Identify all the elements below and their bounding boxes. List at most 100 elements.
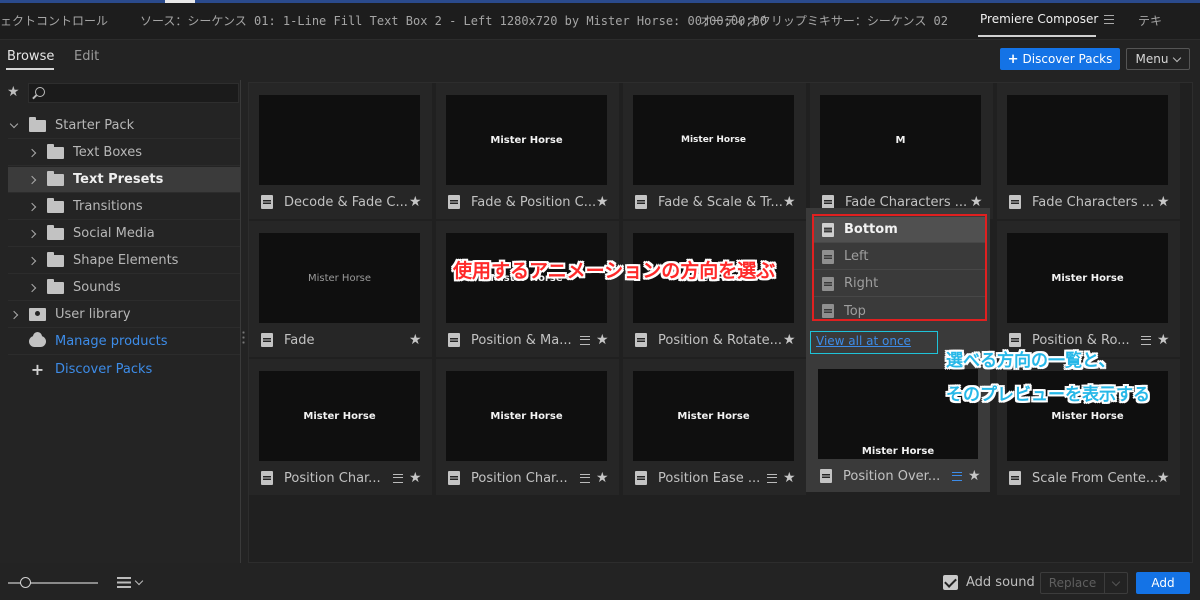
tab-browse[interactable]: Browse [7, 49, 54, 64]
chevron-down-icon[interactable] [8, 119, 20, 128]
sidebar-item-transitions[interactable]: Transitions [8, 194, 240, 220]
preset-thumbnail[interactable]: Mister Horse [446, 95, 607, 185]
panel-resize-handle[interactable] [242, 330, 245, 346]
preset-file-icon [448, 333, 460, 347]
sidebar-item-text-boxes[interactable]: Text Boxes [8, 140, 240, 166]
chevron-right-icon[interactable] [26, 148, 38, 157]
favorite-star-icon[interactable]: ★ [409, 470, 423, 486]
preset-card-footer: Scale From Cente... ★ [1009, 469, 1171, 487]
favorites-filter-star-icon[interactable]: ★ [7, 85, 20, 99]
preset-card-footer: Fade ★ [261, 331, 423, 349]
variations-menu-icon[interactable] [952, 471, 962, 481]
panel-menu-icon[interactable] [1104, 15, 1114, 24]
sidebar-item-label: Social Media [73, 226, 155, 241]
favorite-star-icon[interactable]: ★ [596, 470, 610, 486]
preset-thumbnail[interactable]: Mister Horse [1007, 233, 1168, 323]
replace-label: Replace [1041, 573, 1105, 593]
favorite-star-icon[interactable]: ★ [1157, 470, 1171, 486]
preset-card[interactable]: Mister Horse Position & Ma... ★ [436, 221, 619, 357]
chevron-right-icon[interactable] [26, 202, 38, 211]
chevron-down-icon [1173, 53, 1182, 62]
sidebar-item-label: Text Presets [73, 172, 164, 187]
chevron-right-icon[interactable] [26, 175, 38, 184]
chevron-right-icon[interactable] [26, 256, 38, 265]
favorite-star-icon[interactable]: ★ [409, 332, 423, 348]
variations-menu-icon[interactable] [580, 473, 590, 483]
variations-menu-icon[interactable] [393, 473, 403, 483]
chevron-right-icon[interactable] [8, 310, 20, 319]
sidebar-item-user-library[interactable]: User library [8, 302, 240, 328]
preset-thumbnail[interactable] [1007, 95, 1168, 185]
discover-packs-button[interactable]: + Discover Packs [1000, 48, 1120, 70]
preset-card[interactable]: Mister Horse Fade ★ [249, 221, 432, 357]
preset-thumbnail[interactable]: M [820, 95, 981, 185]
view-mode-toggle[interactable] [117, 576, 144, 588]
preset-card[interactable]: Mister Horse Position Char... ★ [249, 359, 432, 495]
folder-icon [47, 170, 64, 186]
sidebar-item-discover-packs[interactable]: + Discover Packs [8, 356, 240, 382]
tab-audio-clip-mixer[interactable]: オーディオクリップミキサー：シーケンス 02 [700, 12, 948, 29]
preset-card[interactable]: Mister Horse Position & Rotate... ★ [623, 221, 806, 357]
chevron-right-icon[interactable] [26, 283, 38, 292]
preset-file-icon [1009, 333, 1021, 347]
search-row: ★ [0, 80, 241, 106]
add-sound-checkbox[interactable] [943, 575, 958, 590]
favorite-star-icon[interactable]: ★ [783, 194, 797, 210]
replace-dropdown[interactable] [1105, 577, 1127, 586]
preset-card[interactable]: Fade Characters ... ★ [997, 83, 1180, 219]
preset-thumbnail[interactable]: Mister Horse [633, 95, 794, 185]
menu-button[interactable]: Menu [1126, 48, 1190, 70]
preset-card[interactable]: Mister Horse Fade & Scale & Tr... ★ [623, 83, 806, 219]
annotation-red-text: 使用するアニメーションの方向を選ぶ [453, 260, 776, 282]
preset-file-icon [261, 333, 273, 347]
favorite-star-icon[interactable]: ★ [783, 470, 797, 486]
favorite-star-icon[interactable]: ★ [596, 332, 610, 348]
preset-card[interactable]: Mister Horse Position Ease ... ★ [623, 359, 806, 495]
sidebar-item-text-presets[interactable]: Text Presets [8, 167, 240, 193]
discover-packs-link[interactable]: Discover Packs [55, 362, 152, 377]
favorite-star-icon[interactable]: ★ [596, 194, 610, 210]
favorite-star-icon[interactable]: ★ [1157, 194, 1171, 210]
favorite-star-icon[interactable]: ★ [783, 332, 797, 348]
search-input[interactable] [28, 83, 239, 103]
sidebar-item-label: Shape Elements [73, 253, 179, 268]
sidebar-item-shape-elements[interactable]: Shape Elements [8, 248, 240, 274]
sidebar-item-sounds[interactable]: Sounds [8, 275, 240, 301]
preset-card[interactable]: Mister Horse Position Char... ★ [436, 359, 619, 495]
preset-card[interactable]: Mister Horse Position & Ro... ★ [997, 221, 1180, 357]
preset-card-footer: Position Char... ★ [448, 469, 610, 487]
preset-thumbnail[interactable]: Mister Horse [633, 371, 794, 461]
variations-menu-icon[interactable] [767, 473, 777, 483]
preset-thumbnail[interactable]: Mister Horse [259, 371, 420, 461]
panel-tab-bar: ェクトコントロール ソース：シーケンス 01: 1-Line Fill Text… [0, 0, 1200, 40]
add-button[interactable]: Add [1136, 572, 1190, 594]
favorite-star-icon[interactable]: ★ [1157, 332, 1171, 348]
tab-effect-controls[interactable]: ェクトコントロール [0, 12, 108, 29]
tab-text[interactable]: テキ [1138, 12, 1162, 29]
sidebar-item-manage-products[interactable]: Manage products [8, 329, 240, 355]
manage-products-link[interactable]: Manage products [55, 334, 168, 349]
preset-thumbnail[interactable]: Mister Horse [259, 233, 420, 323]
preset-card[interactable]: M Fade Characters ... ★ [810, 83, 993, 219]
discover-packs-label: Discover Packs [1022, 52, 1113, 66]
tab-edit[interactable]: Edit [74, 49, 99, 64]
preset-card[interactable]: Mister Horse Fade & Position C... ★ [436, 83, 619, 219]
sidebar-item-social-media[interactable]: Social Media [8, 221, 240, 247]
preset-file-icon [1009, 471, 1021, 485]
favorite-star-icon[interactable]: ★ [968, 468, 982, 484]
sidebar-item-starter-pack[interactable]: Starter Pack [8, 113, 240, 139]
variations-menu-icon[interactable] [580, 335, 590, 345]
replace-button[interactable]: Replace [1040, 572, 1128, 594]
tab-source[interactable]: ソース：シーケンス 01: 1-Line Fill Text Box 2 - L… [140, 12, 767, 29]
favorite-star-icon[interactable]: ★ [409, 194, 423, 210]
tab-premiere-composer[interactable]: Premiere Composer [980, 12, 1098, 26]
preset-card[interactable]: Decode & Fade C... ★ [249, 83, 432, 219]
preset-thumbnail[interactable]: Mister Horse [446, 371, 607, 461]
preset-name: Position & Ma... [471, 332, 572, 348]
chevron-right-icon[interactable] [26, 229, 38, 238]
preset-thumbnail[interactable] [259, 95, 420, 185]
view-all-at-once-link[interactable]: View all at once [810, 331, 938, 354]
slider-handle[interactable] [20, 577, 31, 588]
variations-menu-icon[interactable] [1141, 335, 1151, 345]
preset-grid: Decode & Fade C... ★ Mister Horse Fade &… [248, 82, 1193, 563]
